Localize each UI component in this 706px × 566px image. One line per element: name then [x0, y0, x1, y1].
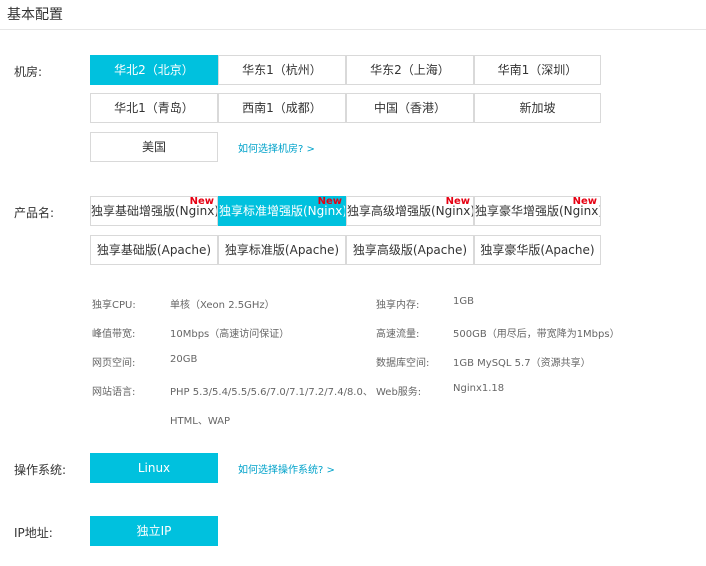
os-option-linux[interactable]: Linux [90, 453, 218, 483]
datacenter-option-beijing[interactable]: 华北2（北京） [90, 55, 218, 85]
spec-cpu-value: 单核（Xeon 2.5GHz） [170, 300, 275, 311]
spec-disk-label: 网页空间: [92, 358, 136, 369]
spec-bandwidth-value: 10Mbps（高速访问保证） [170, 329, 290, 340]
ip-option-dedicated[interactable]: 独立IP [90, 516, 218, 546]
spec-database-value: 1GB MySQL 5.7（资源共享） [453, 358, 591, 369]
datacenter-option-usa[interactable]: 美国 [90, 132, 218, 162]
spec-bandwidth-label: 峰值带宽: [92, 329, 136, 340]
datacenter-option-qingdao[interactable]: 华北1（青岛） [90, 93, 218, 123]
product-label: 产品名: [14, 206, 55, 220]
spec-memory-label: 独享内存: [376, 300, 420, 311]
product-option-basic-nginx[interactable]: 独享基础增强版(Nginx) New [90, 196, 218, 226]
product-option-luxury-nginx[interactable]: 独享豪华增强版(Nginx) New [474, 196, 601, 226]
datacenter-option-hongkong[interactable]: 中国（香港） [346, 93, 474, 123]
spec-memory-value: 1GB [453, 296, 474, 307]
spec-webserver-value: Nginx1.18 [453, 383, 505, 394]
product-option-basic-apache[interactable]: 独享基础版(Apache) [90, 235, 218, 265]
product-option-standard-apache[interactable]: 独享标准版(Apache) [218, 235, 346, 265]
spec-language-value: PHP 5.3/5.4/5.5/5.6/7.0/7.1/7.2/7.4/8.0、 [170, 387, 373, 398]
spec-language-value-cont: HTML、WAP [170, 416, 231, 427]
spec-database-label: 数据库空间: [376, 358, 430, 369]
product-option-luxury-apache[interactable]: 独享豪华版(Apache) [474, 235, 601, 265]
spec-traffic-label: 高速流量: [376, 329, 420, 340]
datacenter-help-link[interactable]: 如何选择机房? > [238, 140, 315, 155]
spec-cpu-label: 独享CPU: [92, 300, 136, 311]
page-title: 基本配置 [7, 7, 63, 23]
datacenter-option-hangzhou[interactable]: 华东1（杭州） [218, 55, 346, 85]
product-option-advanced-nginx[interactable]: 独享高级增强版(Nginx) New [346, 196, 474, 226]
header: 基本配置 [0, 0, 706, 30]
spec-traffic-value: 500GB（用尽后，带宽降为1Mbps） [453, 329, 620, 340]
product-option-standard-nginx[interactable]: 独享标准增强版(Nginx) New [218, 196, 346, 226]
product-option-advanced-apache[interactable]: 独享高级版(Apache) [346, 235, 474, 265]
os-help-link[interactable]: 如何选择操作系统? > [238, 461, 335, 476]
new-badge: New [445, 196, 470, 207]
new-badge: New [189, 196, 214, 207]
os-label: 操作系统: [14, 463, 67, 477]
datacenter-label: 机房: [14, 65, 43, 79]
datacenter-option-chengdu[interactable]: 西南1（成都） [218, 93, 346, 123]
datacenter-option-shenzhen[interactable]: 华南1（深圳） [474, 55, 601, 85]
spec-language-label: 网站语言: [92, 387, 136, 398]
ip-label: IP地址: [14, 526, 53, 540]
datacenter-option-singapore[interactable]: 新加坡 [474, 93, 601, 123]
new-badge: New [572, 196, 597, 207]
spec-disk-value: 20GB [170, 354, 198, 365]
datacenter-option-shanghai[interactable]: 华东2（上海） [346, 55, 474, 85]
spec-webserver-label: Web服务: [376, 387, 422, 398]
new-badge: New [317, 196, 342, 207]
